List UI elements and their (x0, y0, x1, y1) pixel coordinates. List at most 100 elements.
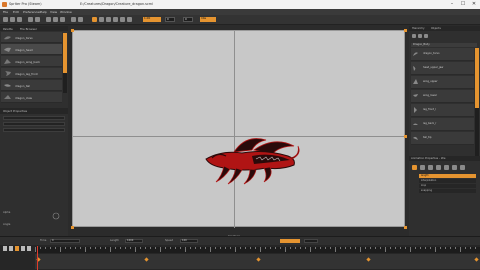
ruler-tick (280, 247, 281, 249)
pivot-tool-icon[interactable] (127, 17, 132, 22)
menu-preferences[interactable]: Preferences (23, 10, 41, 14)
zoom-out-icon[interactable] (78, 17, 83, 22)
x-field[interactable]: 0 (165, 17, 175, 22)
property-field[interactable] (3, 128, 65, 132)
hierarchy-item[interactable]: dragon_torso (411, 48, 474, 61)
canvas-edge-handle[interactable] (404, 135, 407, 138)
variable-icon[interactable] (436, 165, 441, 170)
scale-tool-icon[interactable] (113, 17, 118, 22)
menu-edit[interactable]: Edit (13, 10, 19, 14)
minimize-button[interactable]: – (447, 1, 457, 8)
menu-file[interactable]: File (3, 10, 8, 14)
canvas-corner-handle[interactable] (404, 29, 407, 32)
speed-field[interactable]: 100 (180, 239, 198, 243)
sound-icon[interactable] (420, 165, 425, 170)
move-tool-icon[interactable] (99, 17, 104, 22)
library-item-label: dragon_claw (15, 96, 32, 100)
canvas-corner-handle[interactable] (71, 226, 74, 229)
library-item[interactable]: dragon_leg_front (1, 68, 62, 79)
tab-hierarchy[interactable]: Hierarchy (412, 27, 425, 30)
hierarchy-item[interactable]: wing_lower (411, 90, 474, 103)
keyframe-marker[interactable] (366, 257, 371, 262)
library-item[interactable]: dragon_wing_back (1, 56, 62, 67)
hierarchy-item[interactable]: wing_upper (411, 76, 474, 89)
property-field[interactable] (3, 116, 65, 120)
keyframe-marker[interactable] (256, 257, 261, 262)
close-button[interactable]: ✕ (469, 1, 479, 8)
canvas-corner-handle[interactable] (71, 29, 74, 32)
timeline-ruler[interactable] (35, 247, 480, 253)
link-icon[interactable] (424, 34, 428, 38)
maximize-button[interactable]: ☐ (458, 1, 468, 8)
tab-file-browser[interactable]: File Browser (20, 27, 37, 31)
animation-prop-row[interactable]: snapping (419, 189, 476, 193)
menu-window[interactable]: Window (60, 10, 72, 14)
key-field[interactable] (304, 239, 318, 243)
keyframe-marker[interactable] (144, 257, 149, 262)
animation-prop-row[interactable]: interpolation (419, 179, 476, 183)
bone-tool-icon[interactable] (120, 17, 125, 22)
canvas-corner-handle[interactable] (404, 226, 407, 229)
select-tool-icon[interactable] (92, 17, 97, 22)
ruler-tick (335, 247, 336, 252)
jump-end-icon[interactable] (27, 246, 31, 251)
y-field[interactable]: 0 (183, 17, 193, 22)
property-field[interactable] (3, 122, 65, 126)
jump-start-icon[interactable] (3, 246, 7, 251)
rotate-tool-icon[interactable] (106, 17, 111, 22)
tab-palette[interactable]: Palette (3, 27, 13, 31)
delete-bone-icon[interactable] (418, 34, 422, 38)
ruler-tick (305, 247, 306, 249)
box-icon[interactable] (452, 165, 457, 170)
library-item[interactable]: dragon_claw (1, 92, 62, 103)
menu-help[interactable]: Help (40, 10, 47, 14)
hierarchy-item[interactable]: leg_front_l (411, 104, 474, 117)
undo-icon[interactable] (28, 17, 33, 22)
hierarchy-root[interactable]: Dragon_Body (411, 43, 477, 47)
play-icon[interactable] (15, 246, 19, 251)
scrollbar-thumb[interactable] (475, 48, 479, 108)
angle-dial-icon[interactable] (52, 212, 60, 220)
event-icon[interactable] (428, 165, 433, 170)
animation-prop-row[interactable]: loop (419, 184, 476, 188)
hierarchy-item[interactable]: tail_tip (411, 132, 474, 145)
canvas[interactable] (71, 29, 407, 229)
zoom-in-icon[interactable] (71, 17, 76, 22)
dragon-creature-sprite[interactable] (204, 132, 304, 187)
menu-view[interactable]: View (50, 10, 57, 14)
zoom-field[interactable]: 1.00 (143, 17, 161, 22)
hierarchy-scrollbar[interactable] (475, 48, 479, 158)
key-all-button[interactable] (280, 239, 300, 243)
new-file-icon[interactable] (3, 17, 8, 22)
next-frame-icon[interactable] (21, 246, 25, 251)
open-file-icon[interactable] (10, 17, 15, 22)
tag-icon[interactable] (444, 165, 449, 170)
timeline-track[interactable] (35, 254, 480, 269)
library-item[interactable]: dragon_torso (1, 32, 62, 43)
tab-objects[interactable]: Objects (431, 27, 441, 30)
animation-prop-row[interactable]: length (419, 174, 476, 178)
prev-frame-icon[interactable] (9, 246, 13, 251)
length-field[interactable]: 1000 (125, 239, 143, 243)
time-field[interactable]: 0 (50, 239, 80, 243)
hierarchy-item[interactable]: leg_back_r (411, 118, 474, 131)
paste-icon[interactable] (60, 17, 65, 22)
add-bone-icon[interactable] (412, 34, 416, 38)
keyframe-marker[interactable] (474, 257, 479, 262)
scrollbar-thumb[interactable] (63, 33, 67, 73)
save-icon[interactable] (17, 17, 22, 22)
library-scrollbar[interactable] (63, 33, 67, 93)
redo-icon[interactable] (35, 17, 40, 22)
alpha-label: Alpha (3, 211, 11, 214)
animation-selector[interactable]: Idle (200, 17, 216, 22)
fire-icon[interactable] (412, 165, 417, 170)
copy-icon[interactable] (53, 17, 58, 22)
cut-icon[interactable] (46, 17, 51, 22)
library-item[interactable]: dragon_tail (1, 80, 62, 91)
ruler-tick (155, 247, 156, 249)
hierarchy-item[interactable]: head_upper_jaw (411, 62, 474, 75)
point-icon[interactable] (460, 165, 465, 170)
ruler-tick (80, 247, 81, 249)
library-item[interactable]: dragon_head (1, 44, 62, 55)
playhead[interactable] (37, 246, 38, 270)
